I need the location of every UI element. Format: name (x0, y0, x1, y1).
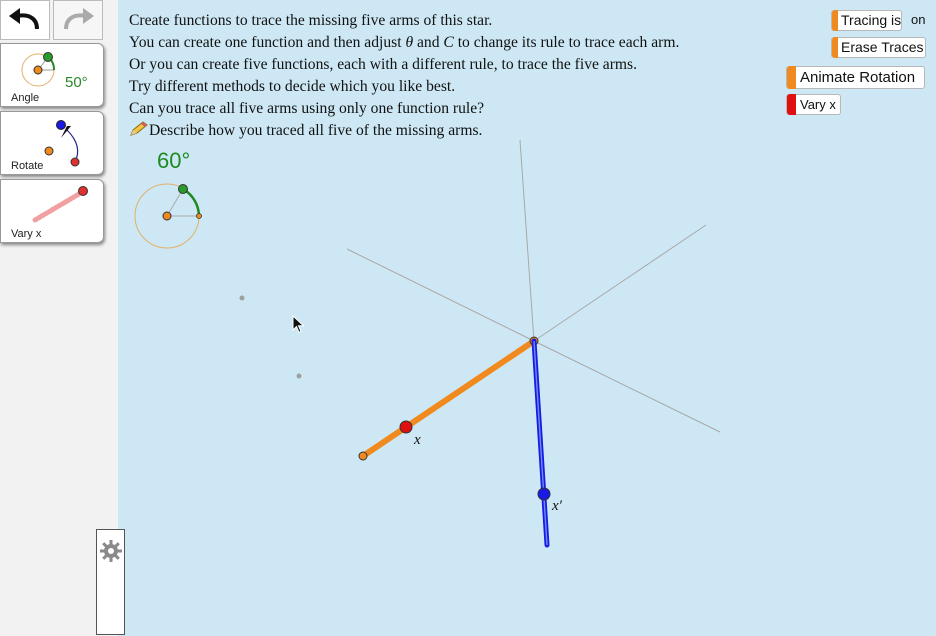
redo-button[interactable] (53, 0, 103, 40)
orange-segment (360, 338, 537, 459)
x-prime-point[interactable] (537, 487, 551, 501)
x-label: x (414, 432, 421, 448)
undo-redo-group (0, 0, 106, 40)
gray-point[interactable] (296, 373, 302, 379)
undo-arrow-icon (9, 8, 39, 30)
mouse-cursor-icon (292, 315, 305, 334)
rotate-tool-label: Rotate (11, 160, 44, 172)
angle-control[interactable] (134, 183, 202, 249)
redo-arrow-icon (64, 8, 94, 30)
undo-button[interactable] (0, 0, 50, 40)
gray-point[interactable] (239, 295, 245, 301)
angle-tool-label: Angle (11, 92, 40, 104)
x-point[interactable] (399, 420, 413, 434)
orange-endpoint[interactable] (358, 451, 368, 461)
star-guide-lines (346, 139, 721, 433)
x-prime-label: x′ (552, 498, 562, 514)
vary-x-tool-card[interactable]: Vary x (0, 179, 104, 243)
angle-handle-point[interactable] (178, 184, 188, 194)
sketch-canvas[interactable] (118, 0, 936, 636)
angle-vertex-point (162, 211, 172, 221)
rotate-tool-card[interactable]: Rotate (0, 111, 104, 175)
angle-tool-card[interactable]: 50° Angle (0, 43, 104, 107)
angle-base-point (196, 213, 202, 219)
angle-tool-value: 50° (65, 74, 88, 91)
vary-x-tool-label: Vary x (11, 228, 42, 240)
